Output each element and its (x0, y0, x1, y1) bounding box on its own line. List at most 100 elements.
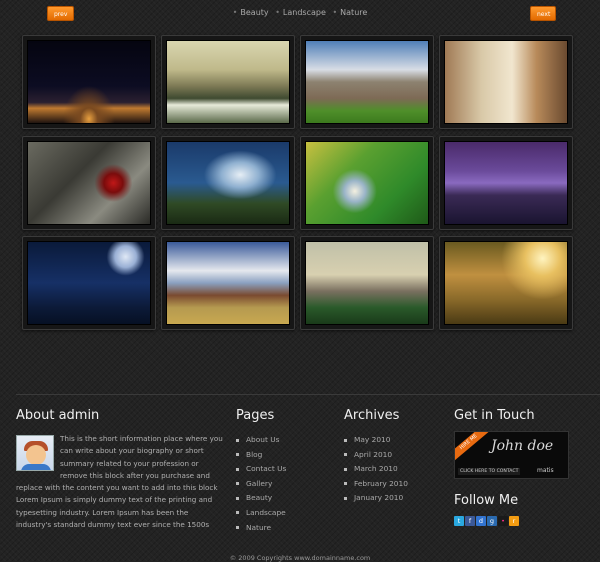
sky-river-photo (166, 141, 290, 225)
pages-link-blog[interactable]: Blog (236, 448, 336, 463)
top-bar: prev • Beauty • Landscape • Nature next (0, 0, 600, 30)
gallery-thumb[interactable] (22, 136, 156, 230)
gallery-thumb[interactable] (22, 236, 156, 330)
bullet-icon (344, 438, 347, 442)
interior-room-photo (444, 40, 568, 124)
link-label: April 2010 (354, 449, 393, 459)
forest-sunlight-photo (444, 241, 568, 325)
bullet-icon: • (275, 8, 280, 17)
pages-list: About Us Blog Contact Us Gallery Beauty … (236, 433, 336, 535)
rss-icon[interactable]: r (509, 516, 519, 526)
archive-link-february-2010[interactable]: February 2010 (344, 477, 444, 492)
pages-link-contact-us[interactable]: Contact Us (236, 462, 336, 477)
archives-title: Archives (344, 408, 400, 423)
bullet-icon (236, 438, 239, 442)
digg-icon[interactable]: g (487, 516, 497, 526)
coast-photo (166, 40, 290, 124)
bullet-icon: • (232, 8, 238, 17)
avatar (16, 435, 54, 471)
delicious-icon[interactable]: d (476, 516, 486, 526)
category-label: Landscape (282, 8, 326, 17)
hire-me-ribbon: HIRE ME (455, 432, 495, 466)
pages-link-beauty[interactable]: Beauty (236, 491, 336, 506)
category-link-nature[interactable]: • Nature (332, 8, 367, 17)
gallery-thumb[interactable] (300, 136, 434, 230)
link-label: January 2010 (354, 493, 404, 503)
category-link-beauty[interactable]: • Beauty (233, 8, 269, 17)
follow-title: Follow Me (454, 493, 519, 508)
contact-cta: CLICK HERE TO CONTACT (458, 468, 521, 475)
archives-section: Archives May 2010 April 2010 March 2010 … (344, 408, 444, 506)
link-label: Landscape (246, 507, 286, 517)
about-section: About admin This is the short informatio… (16, 408, 224, 531)
archives-list: May 2010 April 2010 March 2010 February … (344, 433, 444, 506)
bullet-icon (236, 526, 239, 530)
archive-link-march-2010[interactable]: March 2010 (344, 462, 444, 477)
pages-link-about-us[interactable]: About Us (236, 433, 336, 448)
bullet-icon (236, 511, 239, 515)
gallery-thumb[interactable] (161, 236, 295, 330)
about-title: About admin (16, 408, 100, 423)
bullet-icon (236, 482, 239, 486)
get-in-touch-title: Get in Touch (454, 408, 535, 423)
avatar-face (26, 445, 46, 465)
pages-link-gallery[interactable]: Gallery (236, 477, 336, 492)
link-label: March 2010 (354, 464, 398, 474)
bullet-icon (344, 467, 347, 471)
facebook-icon[interactable]: f (465, 516, 475, 526)
moon-bird-photo (27, 241, 151, 325)
bullet-icon (344, 482, 347, 486)
flickr-icon[interactable]: • (498, 516, 508, 526)
gallery-thumb[interactable] (439, 236, 573, 330)
college-building-photo (305, 40, 429, 124)
gallery-thumb[interactable] (439, 35, 573, 129)
link-label: Beauty (246, 493, 273, 503)
category-label: Beauty (240, 8, 269, 17)
link-label: About Us (246, 435, 280, 444)
link-label: February 2010 (354, 478, 408, 488)
social-icons: t f d g • r (454, 516, 594, 526)
gallery-thumb[interactable] (300, 236, 434, 330)
link-label: Contact Us (246, 464, 287, 474)
pages-link-nature[interactable]: Nature (236, 521, 336, 536)
bullet-icon (236, 467, 239, 471)
gallery-thumb[interactable] (161, 35, 295, 129)
contact-name: John doe (491, 438, 554, 454)
category-nav: • Beauty • Landscape • Nature (0, 8, 600, 17)
category-link-landscape[interactable]: • Landscape (275, 8, 326, 17)
child-bokeh-photo (305, 141, 429, 225)
archive-link-january-2010[interactable]: January 2010 (344, 491, 444, 506)
barn-photo (166, 241, 290, 325)
pages-section: Pages About Us Blog Contact Us Gallery B… (236, 408, 336, 535)
footer-divider (16, 394, 600, 395)
city-dome-photo (305, 241, 429, 325)
red-flower-photo (27, 141, 151, 225)
gallery-thumb[interactable] (300, 35, 434, 129)
pages-link-landscape[interactable]: Landscape (236, 506, 336, 521)
link-label: May 2010 (354, 435, 391, 444)
category-label: Nature (340, 8, 368, 17)
copyright-text: © 2009 Copyrights www.domainname.com (229, 554, 371, 562)
link-label: Nature (246, 522, 272, 532)
purple-lake-photo (444, 141, 568, 225)
city-night-photo (27, 40, 151, 124)
link-label: Blog (246, 449, 263, 459)
about-text-block: This is the short information place wher… (16, 433, 224, 531)
next-button[interactable]: next (530, 6, 556, 21)
pages-title: Pages (236, 408, 275, 423)
archive-link-april-2010[interactable]: April 2010 (344, 448, 444, 463)
gallery-thumb[interactable] (161, 136, 295, 230)
link-label: Gallery (246, 478, 273, 488)
twitter-icon[interactable]: t (454, 516, 464, 526)
contact-brand: matis (537, 467, 554, 474)
gallery-thumb[interactable] (22, 35, 156, 129)
gallery-thumb[interactable] (439, 136, 573, 230)
bullet-icon (236, 496, 239, 500)
archive-link-may-2010[interactable]: May 2010 (344, 433, 444, 448)
bullet-icon: • (332, 8, 338, 17)
avatar-shirt (21, 464, 51, 470)
bullet-icon (344, 496, 347, 500)
bullet-icon (344, 453, 347, 457)
bullet-icon (236, 453, 239, 457)
contact-card-button[interactable]: HIRE ME John doe CLICK HERE TO CONTACT m… (454, 431, 569, 479)
